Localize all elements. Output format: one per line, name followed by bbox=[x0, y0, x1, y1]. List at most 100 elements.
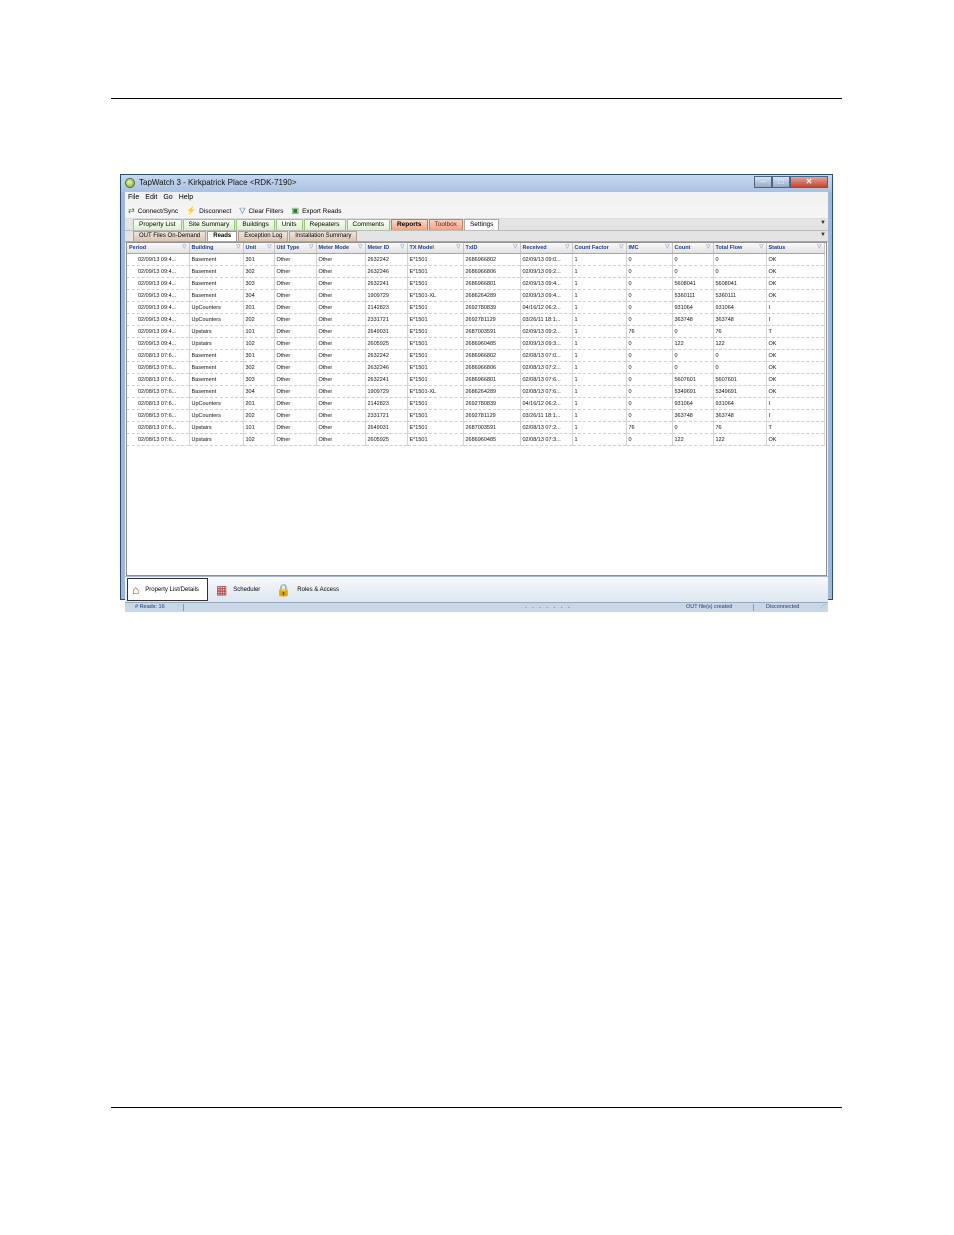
filter-icon[interactable]: ▽ bbox=[309, 244, 313, 250]
close-button[interactable]: ✕ bbox=[790, 176, 828, 188]
column-header-label: Total Flow bbox=[715, 245, 743, 251]
minimize-button[interactable]: – bbox=[754, 176, 772, 188]
menu-go[interactable]: Go bbox=[163, 192, 172, 204]
menu-edit[interactable]: Edit bbox=[145, 192, 157, 204]
filter-icon[interactable]: ▽ bbox=[400, 244, 404, 250]
subtab-exception-log[interactable]: Exception Log bbox=[238, 231, 289, 241]
tab-comments[interactable]: Comments bbox=[346, 219, 390, 230]
column-header-label: IMC bbox=[628, 245, 639, 251]
filter-icon[interactable]: ▽ bbox=[706, 244, 710, 250]
table-row[interactable]: 02/08/13 07:6... Upstairs 102 Other Other 260… bbox=[127, 433, 825, 446]
menu-help[interactable]: Help bbox=[179, 192, 193, 204]
column-header[interactable]: Meter ID ▽ bbox=[365, 243, 408, 254]
toolbar: ⇄ Connect/Sync ⚡ Disconnect ▽ Clear Filt… bbox=[125, 204, 828, 219]
table-row[interactable]: 02/08/13 07:6... UpCounters 202 Other Other 2… bbox=[127, 409, 825, 422]
tab-buildings[interactable]: Buildings bbox=[236, 219, 275, 230]
column-header[interactable]: Meter Mode ▽ bbox=[316, 243, 366, 254]
column-header[interactable]: Count Factor ▽ bbox=[572, 243, 627, 254]
export-sheet-icon: ▣ bbox=[291, 206, 300, 215]
disconnect-button[interactable]: ⚡ Disconnect bbox=[186, 207, 231, 215]
filter-icon[interactable]: ▽ bbox=[665, 244, 669, 250]
column-header[interactable]: Received ▽ bbox=[520, 243, 573, 254]
filter-icon[interactable]: ▽ bbox=[236, 244, 240, 250]
connect-sync-button[interactable]: ⇄ Connect/Sync bbox=[128, 207, 178, 215]
table-cell: 02/09/13 09:4... bbox=[127, 289, 190, 302]
filter-icon[interactable]: ▽ bbox=[456, 244, 460, 250]
filter-icon[interactable]: ▽ bbox=[759, 244, 763, 250]
column-header[interactable]: Total Flow ▽ bbox=[713, 243, 767, 254]
column-header[interactable]: Unit ▽ bbox=[243, 243, 275, 254]
filter-icon[interactable]: ▽ bbox=[619, 244, 623, 250]
subtab-installation-summary[interactable]: Installation Summary bbox=[289, 231, 358, 241]
filter-icon[interactable]: ▽ bbox=[513, 244, 517, 250]
table-cell: 363748 bbox=[713, 409, 767, 422]
table-cell: E*1501 bbox=[407, 313, 464, 326]
filter-icon[interactable]: ▽ bbox=[817, 244, 821, 250]
table-cell: 304 bbox=[243, 385, 275, 398]
table-cell: Other bbox=[316, 325, 366, 338]
table-row[interactable]: 02/08/13 07:6... Basement 302 Other Other 263… bbox=[127, 361, 825, 374]
column-header-label: Period bbox=[129, 245, 147, 251]
table-cell: 2687003591 bbox=[463, 325, 521, 338]
table-cell: 101 bbox=[243, 421, 275, 434]
filter-icon[interactable]: ▽ bbox=[182, 244, 186, 250]
table-row[interactable]: 02/09/13 09:4... UpCounters 201 Other Other 2… bbox=[127, 301, 825, 314]
tab-repeaters[interactable]: Repeaters bbox=[303, 219, 346, 230]
column-header-label: Meter Mode bbox=[318, 245, 350, 251]
subtab-out-files[interactable]: OUT Files On-Demand bbox=[133, 231, 207, 241]
table-cell: 02/09/13 09:4... bbox=[520, 277, 573, 290]
table-row[interactable]: 02/08/13 07:6... Basement 301 Other Other 263… bbox=[127, 349, 825, 362]
filter-icon[interactable]: ▽ bbox=[358, 244, 362, 250]
table-cell: 2686960485 bbox=[463, 433, 521, 446]
column-header[interactable]: TX Model ▽ bbox=[407, 243, 464, 254]
table-row[interactable]: 02/09/13 09:4... Basement 301 Other Other 263… bbox=[127, 253, 825, 266]
table-row[interactable]: 02/09/13 09:4... Basement 303 Other Other 263… bbox=[127, 277, 825, 290]
column-header[interactable]: IMC ▽ bbox=[626, 243, 673, 254]
column-header[interactable]: Util Type ▽ bbox=[274, 243, 317, 254]
table-cell: UpCounters bbox=[189, 409, 244, 422]
filter-icon[interactable]: ▽ bbox=[565, 244, 569, 250]
tab-list-dropdown-icon[interactable]: ▼ bbox=[820, 220, 826, 226]
tab-units[interactable]: Units bbox=[275, 219, 303, 230]
table-row[interactable]: 02/09/13 09:4... Basement 304 Other Other 190… bbox=[127, 289, 825, 302]
table-row[interactable]: 02/09/13 09:4... Upstairs 102 Other Other 260… bbox=[127, 337, 825, 350]
subtab-dropdown-icon[interactable]: ▼ bbox=[820, 232, 826, 238]
table-cell: 1 bbox=[572, 277, 627, 290]
table-row[interactable]: 02/09/13 09:4... Upstairs 101 Other Other 264… bbox=[127, 325, 825, 338]
nav-scheduler[interactable]: ▦ Scheduler bbox=[212, 578, 268, 601]
column-header[interactable]: Period ▽ bbox=[127, 243, 190, 254]
filter-icon[interactable]: ▽ bbox=[267, 244, 271, 250]
tab-settings[interactable]: Settings bbox=[463, 219, 500, 230]
nav-property-list-details[interactable]: ⌂ Property List/Details bbox=[127, 578, 208, 601]
table-cell: Other bbox=[274, 325, 317, 338]
clear-filters-button[interactable]: ▽ Clear Filters bbox=[239, 207, 283, 215]
nav-roles-access[interactable]: 🔒 Roles & Access bbox=[272, 578, 347, 601]
tab-property-list[interactable]: Property List bbox=[133, 219, 182, 230]
table-row[interactable]: 02/09/13 09:4... Basement 302 Other Other 263… bbox=[127, 265, 825, 278]
table-cell: 931064 bbox=[672, 397, 714, 410]
tab-reports[interactable]: Reports bbox=[390, 219, 428, 230]
resize-grip-icon[interactable]: ⋰ bbox=[821, 603, 827, 612]
table-cell: I bbox=[766, 409, 825, 422]
table-cell: 931064 bbox=[672, 301, 714, 314]
export-reads-button[interactable]: ▣ Export Reads bbox=[292, 207, 342, 215]
table-row[interactable]: 02/08/13 07:6... Basement 304 Other Other 190… bbox=[127, 385, 825, 398]
tab-toolbox[interactable]: Toolbox bbox=[428, 219, 463, 230]
column-header[interactable]: Status ▽ bbox=[766, 243, 825, 254]
client-area: File Edit Go Help ⇄ Connect/Sync ⚡ Disco… bbox=[125, 192, 828, 612]
tab-site-summary[interactable]: Site Summary bbox=[182, 219, 236, 230]
table-row[interactable]: 02/08/13 07:6... Upstairs 101 Other Other 264… bbox=[127, 421, 825, 434]
menu-file[interactable]: File bbox=[128, 192, 139, 204]
table-cell: Other bbox=[274, 385, 317, 398]
title-bar[interactable]: TapWatch 3 - Kirkpatrick Place <RDK-7190… bbox=[121, 175, 832, 192]
table-cell: 76 bbox=[626, 421, 673, 434]
maximize-button[interactable]: □ bbox=[772, 176, 790, 188]
table-cell: 02/09/13 09:4... bbox=[127, 313, 190, 326]
table-row[interactable]: 02/08/13 07:6... UpCounters 201 Other Other 2… bbox=[127, 397, 825, 410]
column-header[interactable]: TxID ▽ bbox=[463, 243, 521, 254]
column-header[interactable]: Count ▽ bbox=[672, 243, 714, 254]
table-row[interactable]: 02/08/13 07:6... Basement 303 Other Other 263… bbox=[127, 373, 825, 386]
column-header[interactable]: Building ▽ bbox=[189, 243, 244, 254]
table-row[interactable]: 02/09/13 09:4... UpCounters 202 Other Other 2… bbox=[127, 313, 825, 326]
subtab-reads[interactable]: Reads bbox=[207, 231, 238, 241]
